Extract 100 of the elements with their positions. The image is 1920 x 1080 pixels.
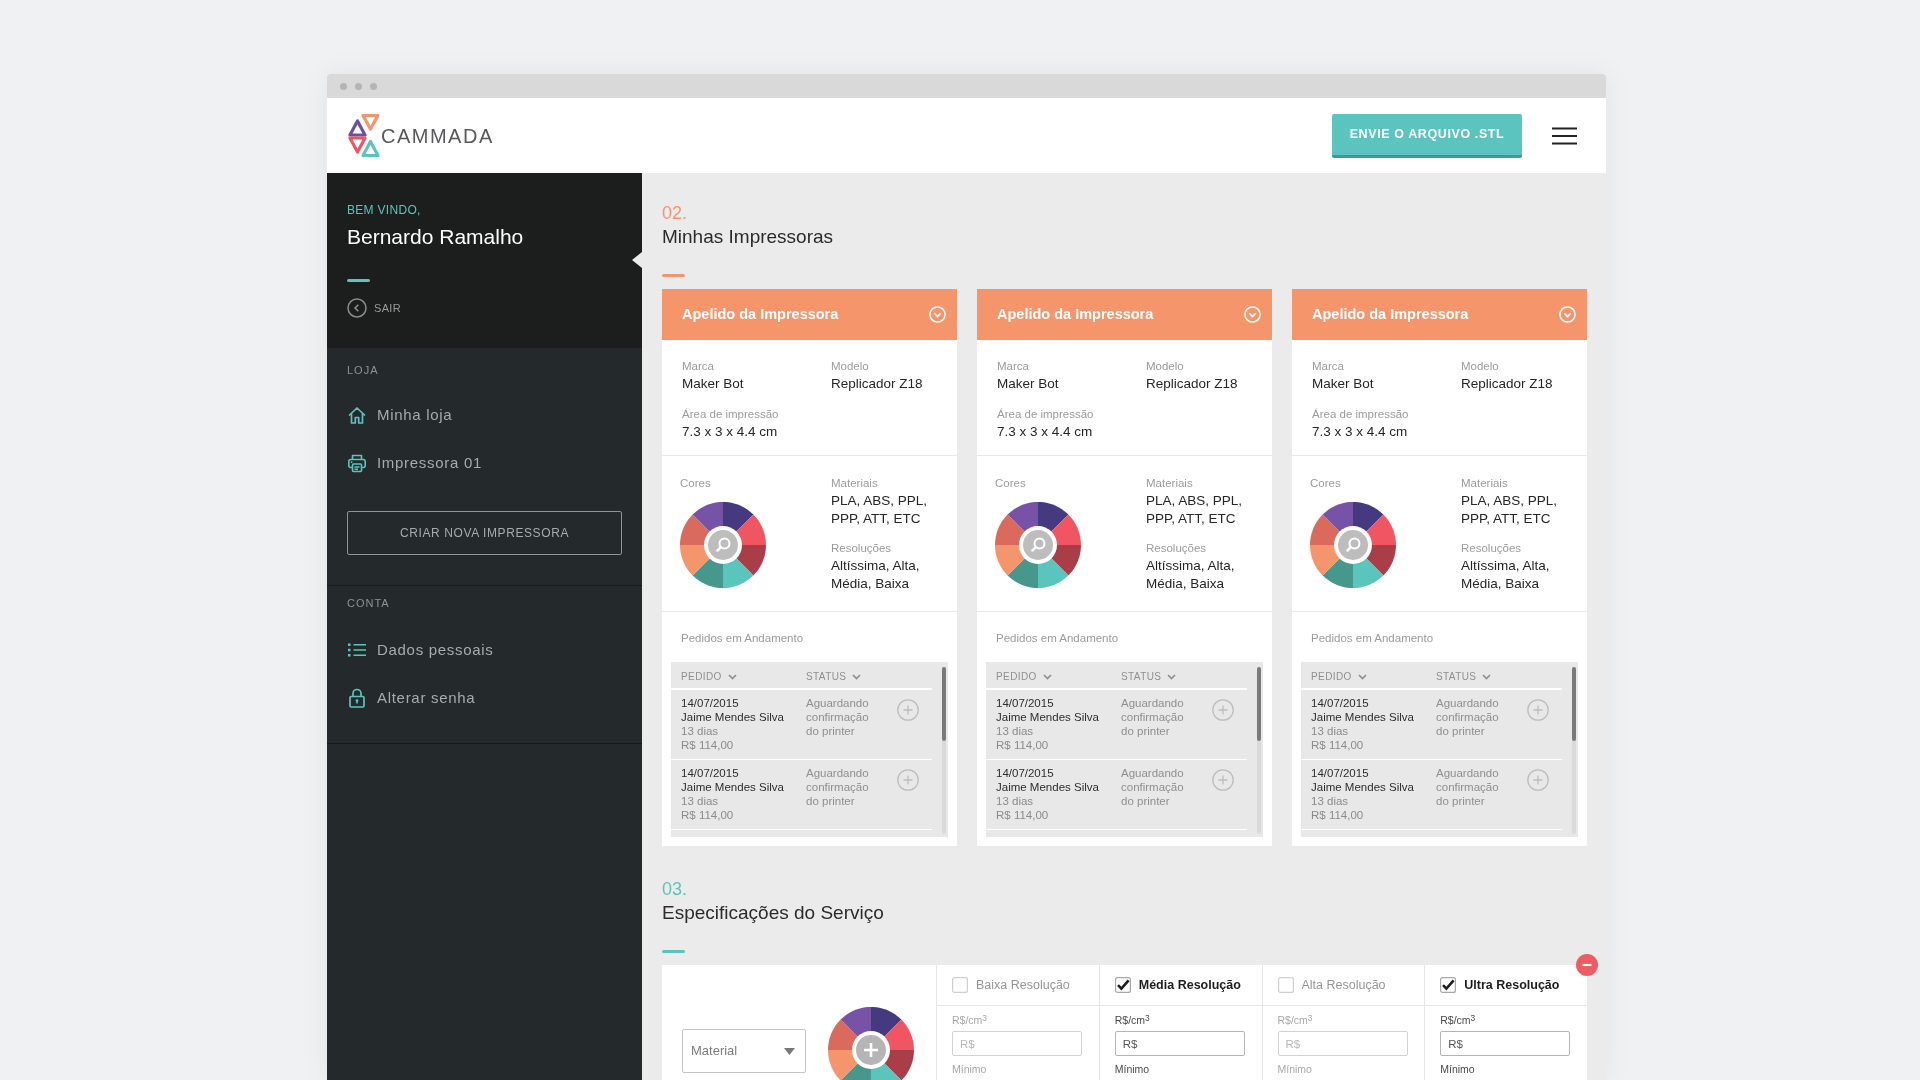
material-select[interactable]: Material: [682, 1029, 806, 1073]
window-dot-icon: [370, 82, 377, 90]
logo-wordmark: CAMMADA: [381, 123, 494, 149]
order-price: R$ 114,00: [996, 738, 1049, 752]
chevron-down-icon: [1482, 673, 1492, 680]
sidebar-item[interactable]: Alterar senha: [347, 674, 476, 722]
order-price: R$ 114,00: [996, 808, 1049, 822]
field-label: Resoluções: [1146, 541, 1207, 555]
order-date: 14/07/2015: [681, 766, 739, 780]
column-header[interactable]: PEDIDO: [1311, 669, 1367, 684]
price-unit-label: R$/cm$^{3}$: [952, 1014, 987, 1027]
price-input[interactable]: R$: [1114, 1031, 1245, 1056]
column-header[interactable]: PEDIDO: [681, 669, 737, 684]
order-status: Aguardando confirmação do printer: [1121, 766, 1185, 808]
order-status: Aguardando confirmação do printer: [1436, 766, 1500, 808]
search-icon[interactable]: [1019, 526, 1057, 564]
logo-icon: [348, 113, 380, 158]
field-value: 7.3 x 3 x 4.4 cm: [1312, 423, 1408, 441]
customer-name: Jaime Mendes Silva: [996, 780, 1099, 794]
checkbox[interactable]: [1277, 977, 1294, 993]
column-header[interactable]: STATUS: [1436, 669, 1492, 684]
scrollbar-thumb[interactable]: [1572, 667, 1576, 741]
greeting-label: BEM VINDO,: [347, 203, 421, 217]
sidebar-item[interactable]: Dados pessoais: [347, 626, 494, 674]
field-value: Maker Bot: [1312, 375, 1374, 393]
customer-name: Jaime Mendes Silva: [996, 710, 1099, 724]
plus-circle-icon[interactable]: [1212, 699, 1234, 721]
accent-bar: [347, 279, 370, 282]
column-header[interactable]: STATUS: [806, 669, 862, 684]
field-label: Modelo: [1146, 359, 1184, 373]
sidebar-item[interactable]: Minha loja: [347, 391, 453, 439]
order-duration: 13 dias: [1311, 794, 1349, 808]
remove-icon[interactable]: [1576, 954, 1598, 976]
printer-name: Apelido da Impressora: [682, 304, 839, 324]
orders-title: Pedidos em Andamento: [1311, 631, 1434, 645]
plus-circle-icon[interactable]: [897, 769, 919, 791]
order-date: 14/07/2015: [996, 696, 1054, 710]
price-unit-label: R$/cm$^{3}$: [1277, 1014, 1313, 1027]
field-label: Materiais: [831, 476, 878, 490]
order-status: Aguardando confirmação do printer: [1121, 696, 1185, 738]
printer-name: Apelido da Impressora: [1312, 304, 1469, 324]
checkbox[interactable]: [1440, 977, 1457, 993]
price-input[interactable]: R$: [1440, 1031, 1571, 1056]
checkbox[interactable]: [952, 977, 968, 993]
orders-title: Pedidos em Andamento: [996, 631, 1119, 645]
home-icon: [347, 405, 367, 425]
logout-link[interactable]: SAIR: [347, 298, 401, 318]
minimum-label: Mínimo: [1114, 1063, 1150, 1076]
window-dot-icon: [340, 82, 347, 90]
plus-circle-icon[interactable]: [1212, 769, 1234, 791]
order-duration: 13 dias: [996, 724, 1034, 738]
checkbox[interactable]: [1114, 977, 1131, 993]
chevron-down-icon[interactable]: [1244, 306, 1261, 323]
plus-circle-icon[interactable]: [1527, 699, 1549, 721]
field-label: Modelo: [1461, 359, 1499, 373]
add-icon[interactable]: [852, 1031, 890, 1069]
section-title: Especificações do Serviço: [662, 901, 884, 925]
plus-circle-icon[interactable]: [1527, 769, 1549, 791]
customer-name: Jaime Mendes Silva: [681, 780, 784, 794]
price-input[interactable]: R$: [1277, 1031, 1408, 1056]
orders-title: Pedidos em Andamento: [681, 631, 804, 645]
price-input[interactable]: R$: [952, 1031, 1082, 1056]
field-value: PLA, ABS, PPL, PPP, ATT, ETC: [1461, 492, 1559, 528]
field-label: Área de impressão: [1312, 407, 1409, 421]
order-price: R$ 114,00: [681, 808, 734, 822]
column-header[interactable]: STATUS: [1121, 669, 1177, 684]
caret-down-icon: [784, 1047, 795, 1055]
order-price: R$ 114,00: [1311, 808, 1364, 822]
group-title: LOJA: [347, 363, 379, 378]
resolution-label: Média Resolução: [1138, 976, 1241, 994]
search-icon[interactable]: [1334, 526, 1372, 564]
chevron-down-icon[interactable]: [929, 306, 946, 323]
chevron-down-icon: [852, 673, 862, 680]
column-header[interactable]: PEDIDO: [996, 669, 1052, 684]
field-label: Resoluções: [831, 541, 892, 555]
lock-icon: [347, 688, 367, 708]
order-status: Aguardando confirmação do printer: [1436, 696, 1500, 738]
field-label: Área de impressão: [682, 407, 779, 421]
order-duration: 13 dias: [681, 724, 719, 738]
window-dot-icon: [355, 82, 362, 90]
field-value: Replicador Z18: [1146, 375, 1238, 393]
scrollbar-thumb[interactable]: [1257, 667, 1261, 741]
field-value: Altíssima, Alta, Média, Baixa: [831, 557, 921, 593]
order-status: Aguardando confirmação do printer: [806, 766, 870, 808]
order-duration: 13 dias: [681, 794, 719, 808]
scrollbar-thumb[interactable]: [942, 667, 946, 741]
order-date: 14/07/2015: [1311, 696, 1369, 710]
field-value: PLA, ABS, PPL, PPP, ATT, ETC: [831, 492, 929, 528]
plus-circle-icon[interactable]: [897, 699, 919, 721]
resolution-label: Alta Resolução: [1301, 976, 1386, 994]
sidebar-item[interactable]: Impressora 01: [347, 439, 482, 487]
search-icon[interactable]: [704, 526, 742, 564]
order-price: R$ 114,00: [681, 738, 734, 752]
field-label: Marca: [682, 359, 714, 373]
new-printer-button[interactable]: CRIAR NOVA IMPRESSORA: [347, 511, 622, 555]
chevron-down-icon[interactable]: [1559, 306, 1576, 323]
field-label: Materiais: [1461, 476, 1508, 490]
printer-name: Apelido da Impressora: [997, 304, 1154, 324]
menu-icon[interactable]: [1552, 126, 1577, 145]
user-name: Bernardo Ramalho: [347, 224, 524, 250]
